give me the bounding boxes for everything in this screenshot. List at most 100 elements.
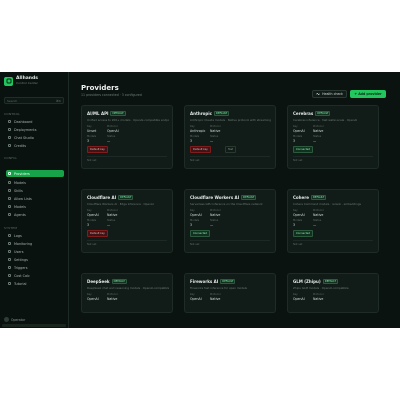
field-label: Key bbox=[190, 209, 195, 212]
sidebar-item-triggers[interactable]: Triggers bbox=[6, 264, 64, 271]
app-window: Allhands Control Center Search ⌘K CONTRO… bbox=[0, 72, 400, 328]
chat-icon bbox=[8, 136, 11, 139]
field-value: Native bbox=[210, 297, 221, 301]
sidebar-item-logs[interactable]: Logs bbox=[6, 232, 64, 239]
field-value: Anthropic bbox=[190, 129, 206, 133]
card-divider bbox=[190, 240, 270, 241]
field-value: OpenAI bbox=[190, 297, 202, 301]
card-divider bbox=[293, 156, 373, 157]
field-value: — bbox=[210, 139, 214, 143]
field-value: OpenAI bbox=[293, 213, 305, 217]
edit-icon[interactable] bbox=[358, 159, 363, 164]
field-value: 3 bbox=[190, 223, 193, 227]
provider-name: GLM (Zhipu) bbox=[293, 279, 321, 284]
field-value: OpenAI bbox=[190, 213, 202, 217]
card-divider bbox=[293, 240, 373, 241]
provider-card[interactable]: GLM (Zhipu) DEFAULT Zhipu GLM models · Ope… bbox=[287, 273, 379, 313]
edit-icon[interactable] bbox=[358, 243, 363, 248]
sidebar-item-cost-calc[interactable]: Cost Calc bbox=[6, 272, 64, 279]
sidebar-item-dashboard[interactable]: Dashboard bbox=[6, 118, 64, 125]
provider-name: DeepSeek bbox=[87, 279, 110, 284]
deploy-icon bbox=[8, 128, 11, 131]
main-content: Providers 11 providers connected · 3 con… bbox=[69, 72, 400, 328]
field-value: — bbox=[107, 139, 111, 143]
sidebar-item-chat-studio[interactable]: Chat Studio bbox=[6, 134, 64, 141]
field-value: — bbox=[313, 139, 317, 143]
trash-icon[interactable] bbox=[367, 159, 372, 164]
provider-card[interactable]: Cloudflare Workers AI DEFAULT Serverless G… bbox=[184, 189, 276, 253]
sidebar-scrollbar[interactable] bbox=[2, 324, 66, 327]
trash-icon[interactable] bbox=[264, 159, 269, 164]
provider-field: Key OpenAI bbox=[293, 125, 305, 133]
sidebar-item-skills[interactable]: Skills bbox=[6, 187, 64, 194]
provider-name-row: GLM (Zhipu) DEFAULT bbox=[293, 279, 338, 284]
sidebar-item-deployments[interactable]: Deployments bbox=[6, 126, 64, 133]
sidebar-item-credits[interactable]: Credits bbox=[6, 142, 64, 149]
provider-field: Status — bbox=[313, 219, 321, 227]
field-label: Models bbox=[293, 135, 303, 138]
provider-card[interactable]: DeepSeek DEFAULT DeepSeek chat and reasoni… bbox=[81, 273, 173, 313]
sidebar: Allhands Control Center Search ⌘K CONTRO… bbox=[0, 72, 69, 328]
provider-field: Key OpenAI bbox=[190, 209, 202, 217]
provider-field: Status — bbox=[107, 219, 115, 227]
field-label: Protocol bbox=[210, 125, 221, 128]
provider-description: Cloudflare Workers AI · Edge inference ·… bbox=[87, 202, 154, 206]
test-button[interactable]: Test bbox=[225, 146, 237, 153]
provider-card[interactable]: Cloudflare AI DEFAULT Cloudflare Workers A… bbox=[81, 189, 173, 253]
provider-card[interactable]: AI/ML API DEFAULT Unified access to 200+ m… bbox=[81, 105, 173, 169]
sidebar-item-tutorial[interactable]: Tutorial bbox=[6, 280, 64, 287]
card-divider bbox=[87, 240, 167, 241]
field-value: Native bbox=[107, 213, 118, 217]
trash-icon[interactable] bbox=[161, 243, 166, 248]
sidebar-item-monitoring[interactable]: Monitoring bbox=[6, 240, 64, 247]
field-label: Models bbox=[87, 135, 97, 138]
sidebar-item-models-2[interactable]: Models bbox=[6, 203, 64, 210]
gear-icon bbox=[8, 258, 11, 261]
provider-description: DeepSeek chat and reasoning models · Ope… bbox=[87, 286, 169, 290]
status-badge: Default key bbox=[190, 146, 211, 153]
edit-icon[interactable] bbox=[152, 159, 157, 164]
provider-name-row: Cloudflare Workers AI DEFAULT bbox=[190, 195, 257, 200]
user-menu[interactable]: Operator bbox=[4, 317, 25, 322]
page-subtitle: 11 providers connected · 3 configured bbox=[81, 93, 142, 97]
provider-field: Protocol Native bbox=[107, 293, 117, 301]
field-label: Key bbox=[87, 209, 92, 212]
trash-icon[interactable] bbox=[264, 243, 269, 248]
provider-description: Cohere Command models · rerank · embeddi… bbox=[293, 202, 361, 206]
provider-name: Cloudflare AI bbox=[87, 195, 117, 200]
provider-field: Models 3 bbox=[293, 135, 302, 143]
brand-subtitle: Control Center bbox=[16, 81, 38, 85]
provider-field: Key OpenAI bbox=[293, 209, 305, 217]
sidebar-item-allow-lists[interactable]: Allow Lists bbox=[6, 195, 64, 202]
field-value: Native bbox=[313, 297, 324, 301]
edit-icon[interactable] bbox=[152, 243, 157, 248]
edit-icon[interactable] bbox=[255, 243, 260, 248]
provider-footer: Not set bbox=[87, 159, 97, 162]
provider-field: Models 3 bbox=[87, 219, 96, 227]
provider-field: Models 3 bbox=[190, 135, 199, 143]
card-divider bbox=[87, 156, 167, 157]
sidebar-item-agents[interactable]: Agents bbox=[6, 211, 64, 218]
health-check-button[interactable]: Health check bbox=[312, 90, 347, 98]
avatar bbox=[4, 317, 9, 322]
field-value: 3 bbox=[87, 223, 90, 227]
edit-icon[interactable] bbox=[255, 159, 260, 164]
sidebar-item-models[interactable]: Models bbox=[6, 179, 64, 186]
provider-field: Models 3 bbox=[190, 219, 199, 227]
card-divider bbox=[190, 156, 270, 157]
sidebar-item-providers[interactable]: Providers bbox=[6, 170, 64, 177]
provider-card[interactable]: Fireworks AI DEFAULT Fireworks fast infere… bbox=[184, 273, 276, 313]
sidebar-item-settings[interactable]: Settings bbox=[6, 256, 64, 263]
provider-card[interactable]: Cerebras DEFAULT Cerebras inference · fast… bbox=[287, 105, 379, 169]
trash-icon[interactable] bbox=[367, 243, 372, 248]
trash-icon[interactable] bbox=[161, 159, 166, 164]
search-input[interactable]: Search ⌘K bbox=[4, 97, 64, 104]
add-provider-button[interactable]: + Add provider bbox=[350, 90, 386, 98]
provider-field: Protocol Native bbox=[313, 293, 323, 301]
field-value: OpenAI bbox=[293, 129, 305, 133]
sidebar-item-users[interactable]: Users bbox=[6, 248, 64, 255]
field-label: Key bbox=[293, 209, 298, 212]
provider-card[interactable]: Anthropic DEFAULT Anthropic Claude models … bbox=[184, 105, 276, 169]
provider-card[interactable]: Cohere DEFAULT Cohere Command models · rer… bbox=[287, 189, 379, 253]
calculator-icon bbox=[8, 274, 11, 277]
